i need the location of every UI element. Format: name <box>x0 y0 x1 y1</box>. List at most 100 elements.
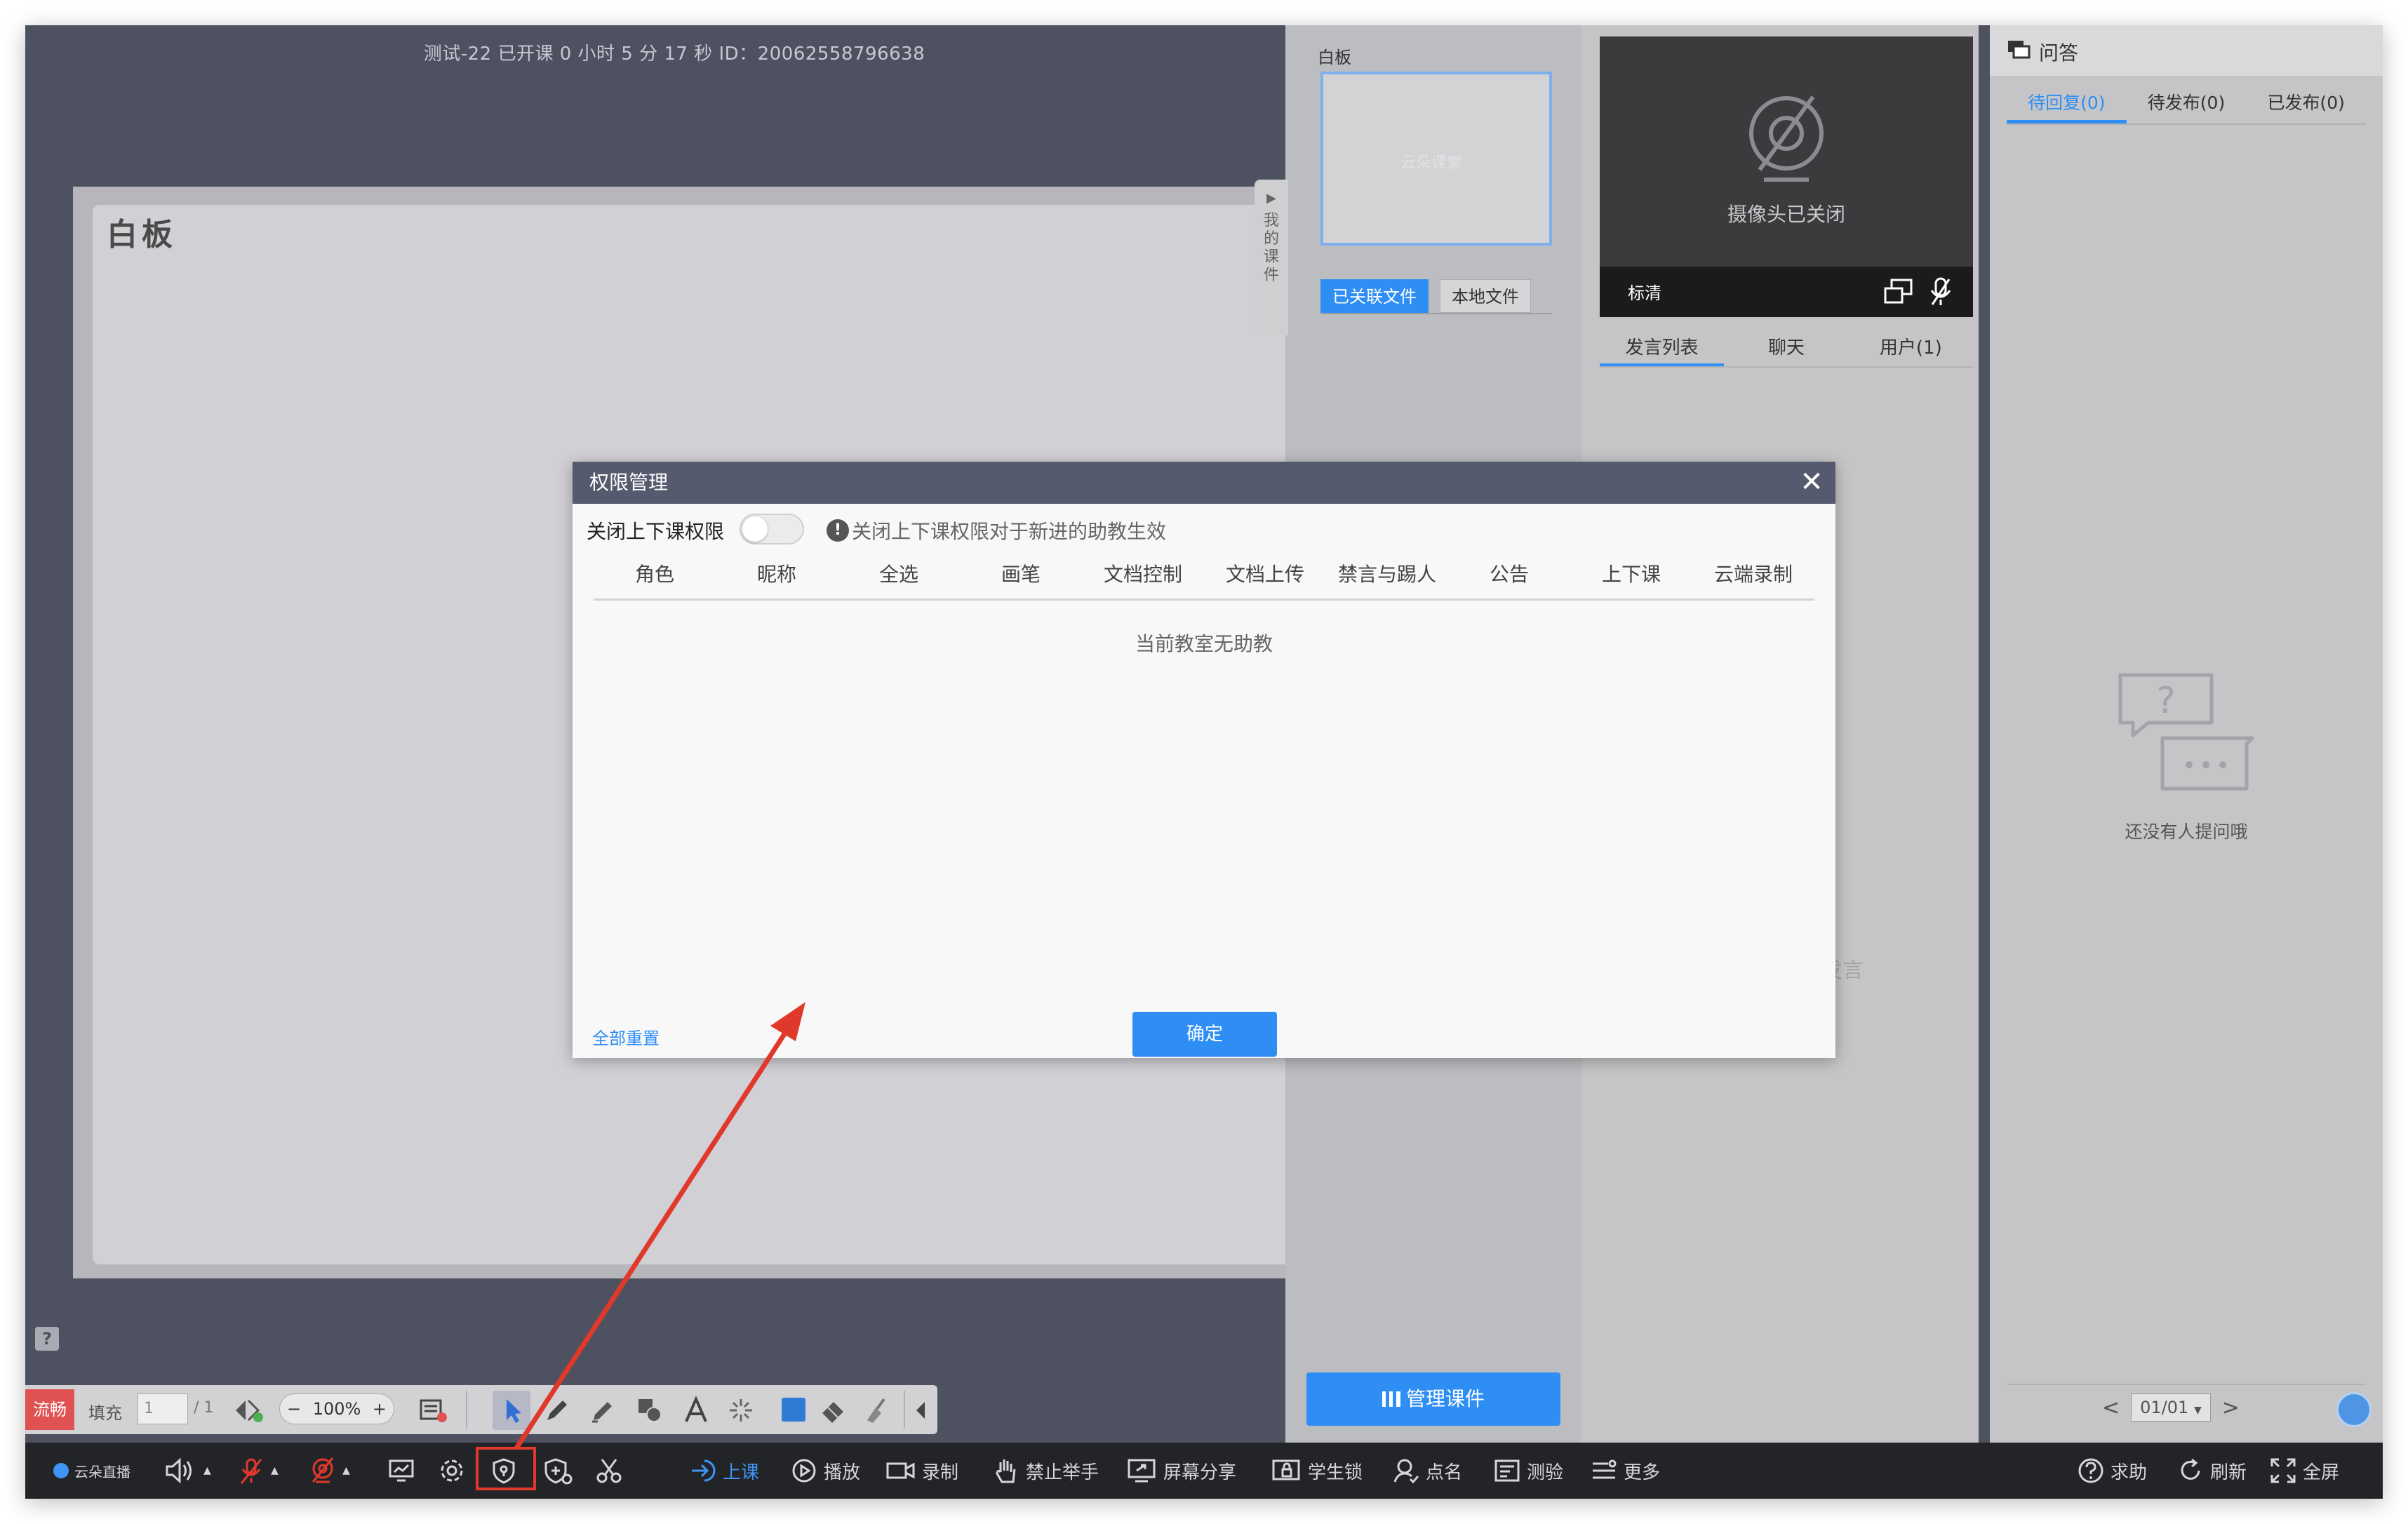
play-button[interactable]: 播放 <box>790 1444 860 1497</box>
cursor-select-icon[interactable] <box>498 1396 526 1424</box>
tab-speech-list[interactable]: 发言列表 <box>1600 328 1725 366</box>
page-select[interactable]: 01/01 ▼ <box>2131 1393 2211 1422</box>
column-header: 角色 <box>634 563 674 586</box>
refresh-button[interactable]: 刷新 <box>2176 1444 2247 1497</box>
next-page-button[interactable]: > <box>2222 1396 2240 1420</box>
column-header: 文档上传 <box>1225 563 1304 586</box>
column-header: 画笔 <box>1001 563 1041 586</box>
tab-pending-publish[interactable]: 待发布(0) <box>2127 86 2247 123</box>
courseware-tabs-divider <box>1320 313 1552 314</box>
permission-hint-text: 关闭上下课权限对于新进的助教生效 <box>852 520 1167 543</box>
page-nav-icon[interactable] <box>233 1396 264 1424</box>
toolbar-divider <box>466 1391 467 1429</box>
prev-page-button[interactable]: < <box>2102 1396 2120 1420</box>
chat-tabs: 发言列表 聊天 用户(1) <box>1600 328 1973 368</box>
expand-arrow-icon: ▶ <box>1266 191 1276 206</box>
brand-logo: 云朵直播 <box>53 1444 131 1497</box>
screen-share-label: 屏幕分享 <box>1163 1462 1237 1483</box>
column-header: 云端录制 <box>1713 563 1793 586</box>
eraser-icon[interactable] <box>820 1396 848 1424</box>
tab-linked-files[interactable]: 已关联文件 <box>1320 279 1429 313</box>
tab-pending-reply[interactable]: 待回复(0) <box>2007 86 2127 123</box>
record-button[interactable]: 录制 <box>885 1444 958 1497</box>
refresh-label: 刷新 <box>2210 1462 2247 1483</box>
zoom-out-button[interactable]: − <box>287 1399 301 1419</box>
zoom-in-button[interactable]: + <box>373 1399 387 1419</box>
fluency-badge[interactable]: 流畅 <box>25 1389 74 1430</box>
speaker-volume-button[interactable]: ▲ <box>164 1444 211 1497</box>
shield-add-icon <box>544 1458 573 1485</box>
camera-off-icon <box>1749 95 1824 182</box>
collapse-toolbar-icon[interactable] <box>912 1399 929 1422</box>
svg-text:?: ? <box>2156 680 2176 722</box>
settings-button[interactable] <box>438 1444 466 1497</box>
column-header: 文档控制 <box>1103 563 1182 586</box>
clear-all-broom-icon[interactable] <box>863 1396 891 1424</box>
tab-users[interactable]: 用户(1) <box>1849 328 1973 366</box>
refresh-icon <box>2181 1458 2200 1480</box>
fullscreen-icon <box>2270 1458 2296 1483</box>
highlighter-icon[interactable] <box>589 1396 617 1424</box>
my-courseware-handle[interactable]: ▶ 我的课件 <box>1255 180 1288 335</box>
scissors-icon <box>596 1459 622 1483</box>
shapes-icon[interactable] <box>636 1396 664 1424</box>
more-button[interactable]: 更多 <box>1590 1444 1660 1497</box>
camera-muted-icon <box>312 1457 334 1483</box>
roll-call-button[interactable]: 点名 <box>1392 1444 1462 1497</box>
screen-share-button[interactable]: 屏幕分享 <box>1127 1444 1236 1497</box>
mic-off-icon[interactable] <box>1928 276 1953 307</box>
whiteboard-mode-button[interactable] <box>387 1444 415 1497</box>
column-header: 全选 <box>878 563 918 586</box>
hand-icon <box>996 1459 1016 1483</box>
permission-dialog: 权限管理 ✕ 关闭上下课权限 ! 关闭上下课权限对于新进的助教生效 角色 昵称 … <box>573 462 1835 1058</box>
qa-title: 问答 <box>2039 41 2079 65</box>
color-picker-swatch[interactable] <box>782 1398 805 1422</box>
disable-hand-raise-label: 禁止举手 <box>1026 1462 1099 1483</box>
qa-floating-chat-icon[interactable] <box>2336 1392 2372 1427</box>
brand-logo-icon <box>53 1463 69 1478</box>
column-header: 公告 <box>1489 563 1529 586</box>
tab-local-files[interactable]: 本地文件 <box>1440 279 1531 313</box>
help-icon[interactable]: ? <box>35 1327 59 1351</box>
question-circle-icon <box>2078 1458 2103 1483</box>
reset-all-link[interactable]: 全部重置 <box>592 1024 660 1049</box>
confirm-button[interactable]: 确定 <box>1132 1012 1277 1057</box>
student-lock-button[interactable]: 学生锁 <box>1271 1444 1363 1497</box>
switch-view-icon[interactable] <box>1883 278 1914 306</box>
screenshot-button[interactable] <box>595 1444 623 1497</box>
camera-off-text: 摄像头已关闭 <box>1727 203 1845 226</box>
tab-chat[interactable]: 聊天 <box>1724 328 1848 366</box>
camera-toggle-button[interactable]: ▲ <box>309 1444 350 1497</box>
class-permission-switch-label: 关闭上下课权限 <box>587 520 725 543</box>
zoom-level: 100% <box>312 1399 361 1419</box>
person-check-icon <box>1393 1459 1419 1484</box>
fullscreen-label: 全屏 <box>2303 1462 2340 1483</box>
column-header: 昵称 <box>756 563 796 586</box>
page-total: / 1 <box>194 1399 214 1417</box>
fullscreen-button[interactable]: 全屏 <box>2269 1444 2339 1497</box>
video-camera-icon <box>886 1462 915 1479</box>
add-assistant-button[interactable] <box>543 1444 574 1497</box>
more-menu-icon <box>1593 1459 1617 1479</box>
help-button[interactable]: 求助 <box>2077 1444 2147 1497</box>
text-tool-icon[interactable] <box>682 1396 710 1424</box>
tab-published[interactable]: 已发布(0) <box>2246 86 2366 123</box>
chevron-down-icon: ▼ <box>2193 1405 2202 1416</box>
clear-page-icon[interactable] <box>418 1396 449 1424</box>
video-quality-label[interactable]: 标清 <box>1628 279 1661 304</box>
page-input[interactable]: 1 <box>138 1393 188 1424</box>
lock-screen-icon <box>1272 1459 1300 1480</box>
start-class-button[interactable]: 上课 <box>689 1444 759 1497</box>
manage-courseware-button[interactable]: 管理课件 <box>1306 1372 1560 1426</box>
close-icon[interactable]: ✕ <box>1796 462 1827 504</box>
zoom-control: − 100% + <box>279 1393 394 1424</box>
pen-icon[interactable] <box>543 1396 571 1424</box>
my-courseware-label: 我的课件 <box>1263 212 1279 284</box>
quiz-label: 测验 <box>1527 1462 1564 1483</box>
quiz-button[interactable]: 测验 <box>1493 1444 1563 1497</box>
mic-toggle-button[interactable]: ▲ <box>237 1444 279 1497</box>
laser-pointer-icon[interactable] <box>727 1396 755 1424</box>
class-permission-toggle[interactable] <box>740 514 804 544</box>
disable-hand-raise-button[interactable]: 禁止举手 <box>992 1444 1099 1497</box>
bar-chart-icon <box>1382 1391 1400 1407</box>
